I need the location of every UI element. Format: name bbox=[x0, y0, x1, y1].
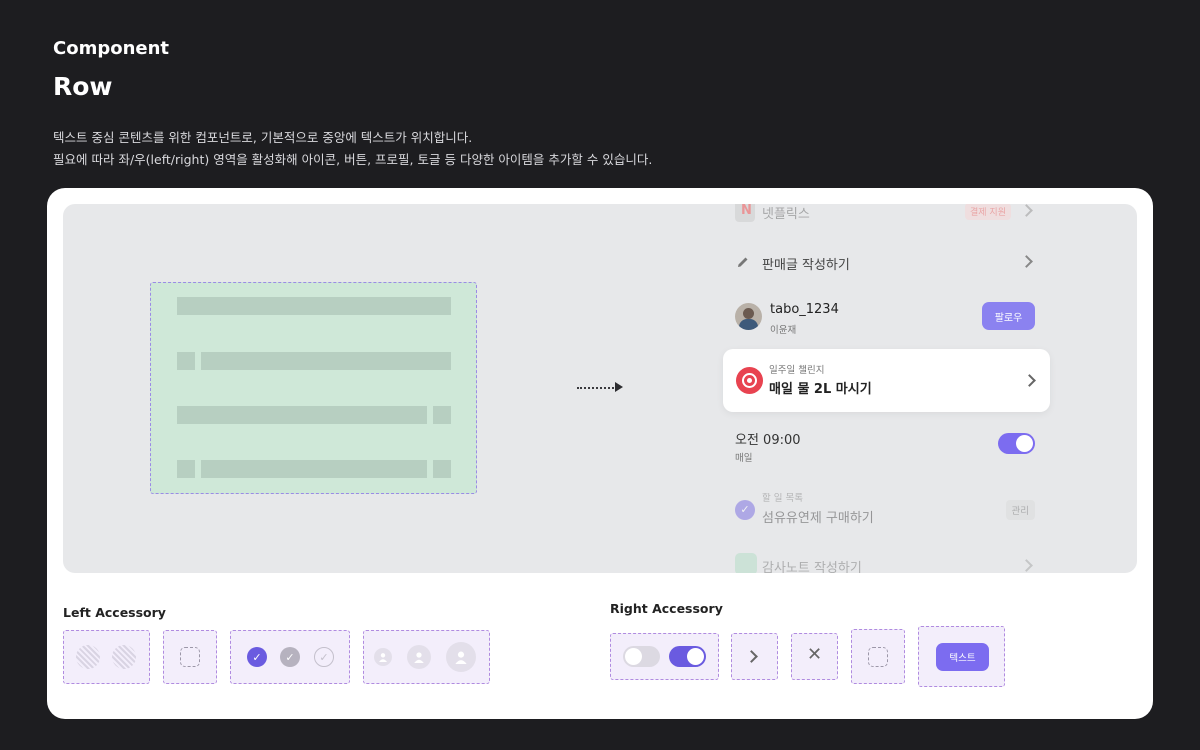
row-write-post[interactable]: 판매글 작성하기 bbox=[735, 251, 1035, 273]
alarm-time: 오전 09:00 bbox=[735, 433, 801, 448]
row-profile[interactable]: tabo_1234 이윤재 팔로우 bbox=[735, 302, 1035, 336]
clover-icon bbox=[735, 553, 757, 573]
manage-button[interactable]: 관리 bbox=[1005, 500, 1035, 520]
target-icon bbox=[736, 367, 763, 394]
left-accessory-title: Left Accessory bbox=[63, 605, 166, 620]
close-icon[interactable]: ✕ bbox=[807, 644, 822, 665]
page-title: Row bbox=[53, 72, 113, 101]
arrow-line bbox=[577, 387, 617, 389]
schematic-bar bbox=[177, 460, 195, 478]
avatar-large-icon bbox=[446, 642, 476, 672]
pencil-icon bbox=[735, 254, 751, 274]
empty-slot-icon bbox=[180, 647, 200, 667]
chevron-right-icon bbox=[1020, 204, 1033, 217]
toggle-knob bbox=[687, 648, 704, 665]
description: 텍스트 중심 콘텐츠를 위한 컴포넌트로, 기본적으로 중앙에 텍스트가 위치합… bbox=[53, 127, 652, 171]
toggle-off[interactable] bbox=[623, 646, 660, 667]
profile-real-name: 이윤재 bbox=[770, 325, 797, 336]
text-button[interactable]: 텍스트 bbox=[936, 643, 989, 671]
left-acc-icon-placeholder-box bbox=[63, 630, 150, 684]
chevron-right-icon bbox=[1020, 559, 1033, 572]
avatar-medium-icon bbox=[407, 645, 431, 669]
row-layout-schematic bbox=[150, 282, 477, 494]
row-write-label: 판매글 작성하기 bbox=[762, 258, 850, 273]
placeholder-icon bbox=[112, 645, 136, 669]
check-circle-grey-icon[interactable]: ✓ bbox=[280, 647, 300, 667]
row-netflix[interactable]: N 넷플릭스 결제 지원 bbox=[735, 204, 1035, 230]
right-acc-button-box: 텍스트 bbox=[918, 626, 1005, 687]
right-acc-close-box: ✕ bbox=[791, 633, 838, 680]
challenge-label: 매일 물 2L 마시기 bbox=[769, 382, 872, 397]
check-circle-outline-icon[interactable]: ✓ bbox=[314, 647, 334, 667]
empty-slot-icon bbox=[868, 647, 888, 667]
preview-area: N 넷플릭스 결제 지원 판매글 작성하기 tabo_1234 이윤재 팔로우 bbox=[63, 204, 1137, 573]
component-eyebrow: Component bbox=[53, 38, 170, 59]
schematic-bar bbox=[177, 352, 195, 370]
alarm-toggle[interactable] bbox=[998, 433, 1035, 454]
todo-label: 섬유유연제 구매하기 bbox=[762, 511, 874, 526]
left-acc-avatar-box bbox=[363, 630, 490, 684]
showcase-card: N 넷플릭스 결제 지원 판매글 작성하기 tabo_1234 이윤재 팔로우 bbox=[47, 188, 1153, 719]
toggle-on[interactable] bbox=[669, 646, 706, 667]
arrow-head-icon bbox=[615, 382, 623, 392]
chevron-right-icon bbox=[1023, 374, 1036, 387]
netflix-icon: N bbox=[735, 204, 755, 222]
schematic-bar bbox=[201, 352, 451, 370]
check-circle-filled-icon[interactable]: ✓ bbox=[247, 647, 267, 667]
right-acc-chevron-box bbox=[731, 633, 778, 680]
profile-avatar bbox=[735, 303, 762, 330]
right-accessory-title: Right Accessory bbox=[610, 601, 723, 616]
payment-badge: 결제 지원 bbox=[965, 204, 1011, 220]
chevron-right-icon bbox=[1020, 255, 1033, 268]
placeholder-icon bbox=[76, 645, 100, 669]
follow-button[interactable]: 팔로우 bbox=[982, 302, 1035, 330]
row-netflix-label: 넷플릭스 bbox=[762, 207, 810, 222]
toggle-knob bbox=[1016, 435, 1033, 452]
row-alarm[interactable]: 오전 09:00 매일 bbox=[735, 429, 1035, 464]
row-todo[interactable]: ✓ 할 일 목록 섬유유연제 구매하기 관리 bbox=[735, 490, 1035, 526]
todo-caption: 할 일 목록 bbox=[762, 493, 803, 504]
avatar-small-icon bbox=[374, 648, 392, 666]
right-acc-toggle-box bbox=[610, 633, 719, 680]
alarm-repeat: 매일 bbox=[735, 453, 753, 464]
left-acc-checkbox-box: ✓ ✓ ✓ bbox=[230, 630, 350, 684]
left-acc-empty-box bbox=[163, 630, 217, 684]
schematic-bar bbox=[433, 460, 451, 478]
schematic-bar bbox=[201, 460, 427, 478]
schematic-bar bbox=[177, 406, 427, 424]
right-acc-empty-box bbox=[851, 629, 905, 684]
chevron-right-icon[interactable] bbox=[745, 650, 758, 663]
challenge-caption: 일주일 챌린지 bbox=[769, 365, 825, 376]
description-line-2: 필요에 따라 좌/우(left/right) 영역을 활성화해 아이콘, 버튼,… bbox=[53, 152, 653, 167]
gratitude-label: 감사노트 작성하기 bbox=[762, 561, 862, 573]
row-gratitude[interactable]: 감사노트 작성하기 bbox=[735, 553, 1035, 573]
check-circle-icon: ✓ bbox=[735, 500, 755, 520]
schematic-bar bbox=[433, 406, 451, 424]
schematic-bar bbox=[177, 297, 451, 315]
toggle-knob bbox=[625, 648, 642, 665]
description-line-1: 텍스트 중심 콘텐츠를 위한 컴포넌트로, 기본적으로 중앙에 텍스트가 위치합… bbox=[53, 130, 473, 145]
profile-name: tabo_1234 bbox=[770, 302, 839, 317]
row-challenge-highlight[interactable]: 일주일 챌린지 매일 물 2L 마시기 bbox=[723, 349, 1050, 412]
